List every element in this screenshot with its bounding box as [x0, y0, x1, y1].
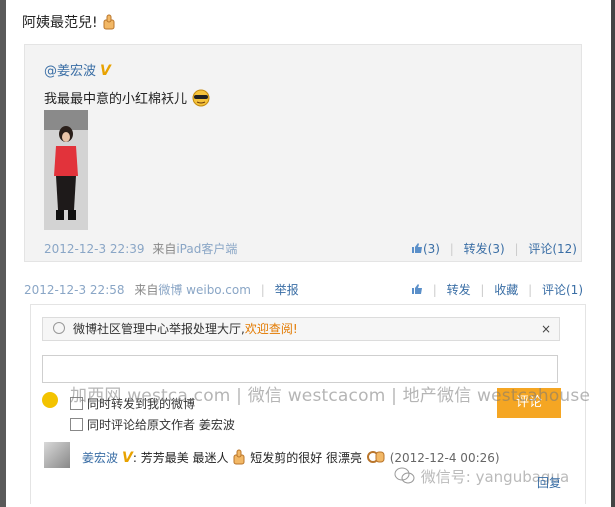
reply-text-a: 芳芳最美 最迷人 [140, 451, 229, 465]
photo-image [44, 110, 88, 230]
quoted-source-prefix: 来自 [152, 242, 177, 256]
quoted-comment-link[interactable]: 评论(12) [528, 242, 577, 256]
thumbs-up-emoji-icon [103, 14, 115, 30]
post-text-row: 阿姨最范兒! [22, 12, 116, 32]
notice-text: 微博社区管理中心举报处理大厅, [73, 322, 245, 336]
quoted-time-link[interactable]: 2012-12-3 22:39 [44, 242, 145, 256]
notice-link[interactable]: 欢迎查阅! [245, 322, 298, 336]
separator: | [449, 242, 454, 256]
report-link[interactable]: 举报 [275, 283, 299, 297]
comment-link[interactable]: 评论(1) [542, 283, 583, 297]
separator: | [480, 283, 485, 297]
right-edge [611, 0, 615, 507]
site-watermark: 加西网 westca.com | 微信 westcacom | 地产微信 wes… [70, 386, 591, 406]
reply-button[interactable]: 回复 [537, 474, 561, 491]
repost-link[interactable]: 转发 [447, 283, 471, 297]
ok-hand-emoji-icon [366, 451, 385, 463]
quoted-like-count: (3) [422, 242, 440, 256]
like-thumb-icon[interactable] [411, 283, 423, 295]
sunglasses-emoji-icon [192, 89, 210, 107]
report-notice: 微博社区管理中心举报处理大厅,欢迎查阅! × [42, 317, 560, 341]
comment-author-checkbox[interactable] [70, 418, 83, 431]
quoted-text-row: 我最最中意的小红棉袄儿 [44, 88, 211, 107]
post-time-link[interactable]: 2012-12-3 22:58 [24, 283, 125, 297]
reply-text-b: 短发剪的很好 很漂亮 [250, 451, 363, 465]
reply-time: (2012-12-4 00:26) [389, 451, 500, 465]
close-icon[interactable]: × [541, 318, 551, 340]
favorite-link[interactable]: 收藏 [494, 283, 518, 297]
post-meta: 2012-12-3 22:58 来自微博 weibo.com | 举报 [24, 281, 299, 298]
quoted-actions: (3) | 转发(3) | 评论(12) [411, 240, 577, 257]
separator: | [260, 283, 265, 297]
emoji-picker-icon[interactable] [42, 392, 58, 408]
wechat-icon [394, 467, 415, 484]
quoted-source-link[interactable]: iPad客户端 [176, 242, 237, 256]
thumbs-up-emoji-icon [233, 449, 245, 465]
reply-row: 姜宏波 V: 芳芳最美 最迷人 短发剪的很好 很漂亮 (2012-12-4 00:… [82, 449, 500, 466]
quoted-text: 我最最中意的小红棉袄儿 [44, 92, 188, 107]
thumb-icon [411, 243, 422, 253]
quoted-photo[interactable] [44, 110, 88, 230]
post-source-prefix: 来自 [134, 283, 159, 297]
separator: | [432, 283, 437, 297]
post-source-link[interactable]: 微博 weibo.com [158, 283, 251, 297]
separator: | [528, 283, 533, 297]
quoted-like-button[interactable]: (3) [411, 242, 440, 256]
quoted-author-link[interactable]: @姜宏波 [44, 64, 96, 79]
quoted-meta: 2012-12-3 22:39 来自iPad客户端 [44, 240, 237, 257]
post-actions: | 转发 | 收藏 | 评论(1) [411, 281, 583, 298]
reply-colon: : [132, 451, 137, 465]
post-text: 阿姨最范兒! [22, 15, 98, 31]
quoted-author-row: @姜宏波 V [44, 60, 111, 79]
avatar[interactable] [44, 442, 70, 468]
quoted-repost-link[interactable]: 转发(3) [464, 242, 505, 256]
comment-input[interactable] [42, 355, 558, 383]
separator: | [514, 242, 519, 256]
verified-badge-icon: V [122, 450, 133, 466]
comment-author-checkbox-label: 同时评论给原文作者 姜宏波 [87, 418, 235, 432]
info-icon [53, 322, 65, 334]
left-edge [0, 0, 6, 507]
verified-badge-icon: V [100, 63, 111, 79]
reply-author-link[interactable]: 姜宏波 [82, 451, 118, 465]
comment-author-checkbox-row[interactable]: 同时评论给原文作者 姜宏波 [70, 416, 235, 433]
